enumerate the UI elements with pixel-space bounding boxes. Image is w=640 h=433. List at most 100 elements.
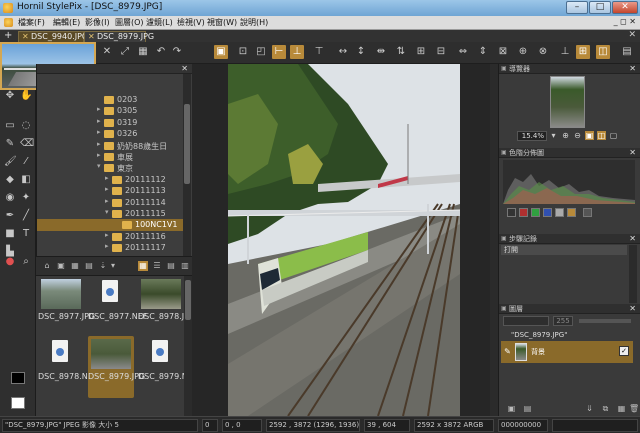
lock-icon[interactable]: ◫ [596,45,610,59]
canvas-scrollbar[interactable] [490,64,498,416]
histogram-refresh-button[interactable] [583,208,592,217]
history-step[interactable]: 打開 [501,245,627,255]
gradient-tool-icon[interactable]: ◧ [20,174,32,186]
tab-dsc-9940[interactable]: ✕ DSC_9940.JPG [18,31,88,42]
layer-row-background[interactable]: ✎ 背景 ✓ [501,341,633,363]
pin-icon[interactable]: ▣ [501,305,507,312]
crop-icon[interactable]: ▣ [214,45,228,59]
document-image[interactable] [228,64,460,416]
menu-window[interactable]: 視窗(W) [207,17,237,28]
layer-properties-icon[interactable]: ▦ [617,404,626,413]
folder-item[interactable]: ▸ 車展 [37,151,183,163]
tab-close-icon[interactable]: ✕ [22,32,29,42]
opacity-field[interactable]: 255 [553,316,573,326]
text-tool-icon[interactable]: T [20,228,32,240]
canvas-area[interactable] [192,64,498,416]
history-scrollbar[interactable] [629,245,637,303]
expand-arrow-icon[interactable]: ▸ [105,231,109,239]
align-left-icon[interactable]: ⊢ [272,45,286,59]
align-top-icon[interactable]: ⊤ [312,45,326,59]
fill-window-icon[interactable]: ▢ [609,131,618,140]
panel-close-icon[interactable]: ✕ [181,64,188,73]
marquee-tool-icon[interactable]: ▭ [4,120,16,132]
view-large-icon[interactable]: ▥ [180,261,190,271]
collapse-arrow-icon[interactable]: ▾ [105,208,109,216]
close-all-tabs-icon[interactable]: ✕ [628,30,636,40]
match-height-icon[interactable]: ⇕ [476,45,490,59]
grid-icon[interactable]: ▦ [136,45,150,59]
menu-image[interactable]: 影像(I) [85,17,110,28]
line-tool-icon[interactable]: ╱ [20,210,32,222]
zoom-level-field[interactable]: 15.4% [517,131,547,141]
foreground-color-swatch[interactable] [11,372,25,384]
menu-file[interactable]: 檔案(F) [18,17,45,28]
hand-tool-icon[interactable]: ✋ [20,90,32,102]
delete-layer-icon[interactable]: 🗑 [629,404,639,413]
folder-item[interactable]: ▸ 20111114 [37,197,183,209]
folder-up-icon[interactable]: ⌂ [42,261,52,271]
navigator-preview[interactable] [550,76,585,128]
new-group-icon[interactable]: ▤ [523,404,532,413]
background-color-swatch[interactable] [11,397,25,409]
thumbnail-item[interactable]: DSC_8978.NEF [38,336,97,398]
layer-visibility-checkbox[interactable]: ✓ [619,346,629,356]
folder-item[interactable]: ▸ 20111112 [37,174,183,186]
menu-app-icon[interactable] [4,18,13,27]
histogram-luminance-button[interactable] [507,208,516,217]
folder-item[interactable]: ▸ 20111116 [37,231,183,243]
expand-arrow-icon[interactable]: ▸ [105,174,109,182]
tab-dsc-8979[interactable]: ✕ DSC_8979.JPG [84,31,154,42]
scrollbar-thumb[interactable] [184,104,190,184]
sort-icon[interactable]: ⇣ [98,261,108,271]
folder-item[interactable]: ▸ 0305 [37,105,183,117]
folder-item[interactable]: ▸ 0326 [37,128,183,140]
folder-item[interactable]: ▾ 東京 [37,162,183,174]
folder-item[interactable]: ▸ 20111117 [37,242,183,254]
panel-close-icon[interactable]: ✕ [629,148,636,157]
view-list-icon[interactable]: ☰ [152,261,162,271]
pin-icon[interactable]: ▣ [501,235,507,242]
zoom-tool-icon[interactable]: ⌕ [20,256,32,268]
resize-icon[interactable]: ⤢ [118,45,132,59]
zoom-out-icon[interactable]: ⊖ [573,131,582,140]
fill-tool-icon[interactable]: ◆ [4,174,16,186]
move-horizontal-icon[interactable]: ↔ [336,45,350,59]
expand-arrow-icon[interactable]: ▸ [97,105,101,113]
match-width-icon[interactable]: ⇔ [456,45,470,59]
pin-icon[interactable]: ▣ [501,149,507,156]
center-v-icon[interactable]: ⊗ [536,45,550,59]
expand-arrow-icon[interactable]: ▸ [105,185,109,193]
distribute-icon[interactable]: ⇹ [374,45,388,59]
center-h-icon[interactable]: ⊕ [516,45,530,59]
histogram-rgb-button[interactable] [567,208,576,217]
pen-tool-icon[interactable]: ✒ [4,210,16,222]
bottom-icon[interactable]: ⊥ [558,45,572,59]
opacity-slider[interactable] [579,319,631,323]
layer-group-row[interactable]: "DSC_8979.JPG" [501,330,633,340]
guide-icon[interactable]: ◰ [254,45,268,59]
pencil-tool-icon[interactable]: ✎ [4,138,16,150]
expand-arrow-icon[interactable]: ▸ [97,117,101,125]
zoom-dropdown-icon[interactable]: ▾ [549,131,558,140]
new-tab-button[interactable]: + [4,30,12,41]
lasso-tool-icon[interactable]: ◌ [20,120,32,132]
expand-arrow-icon[interactable]: ▸ [97,128,101,136]
view-thumbs-icon[interactable]: ▦ [138,261,148,271]
fit-icon[interactable]: ⊡ [236,45,250,59]
options-icon[interactable]: ▤ [620,45,634,59]
expand-arrow-icon[interactable]: ▸ [97,140,101,148]
sharpen-tool-icon[interactable]: ✦ [20,192,32,204]
folder-item[interactable]: ▸ 奶奶88歲生日 [37,140,183,152]
spacing-icon[interactable]: ⊟ [434,45,448,59]
folder-scrollbar[interactable] [183,74,191,256]
expand-arrow-icon[interactable]: ▸ [105,242,109,250]
cancel-icon[interactable]: ✕ [100,45,114,59]
thumbnail-item[interactable]: DSC_8977.NEF [88,276,147,338]
rotate-right-icon[interactable]: ↷ [170,45,184,59]
menu-help[interactable]: 說明(H) [240,17,268,28]
expand-arrow-icon[interactable]: ▸ [97,151,101,159]
favorite-icon[interactable]: ▤ [84,261,94,271]
thumbnail-item[interactable]: DSC_8979.NEF [138,336,192,398]
thumbnail-scrollbar[interactable] [184,276,192,416]
rectangle-tool-icon[interactable]: ■ [4,228,16,240]
